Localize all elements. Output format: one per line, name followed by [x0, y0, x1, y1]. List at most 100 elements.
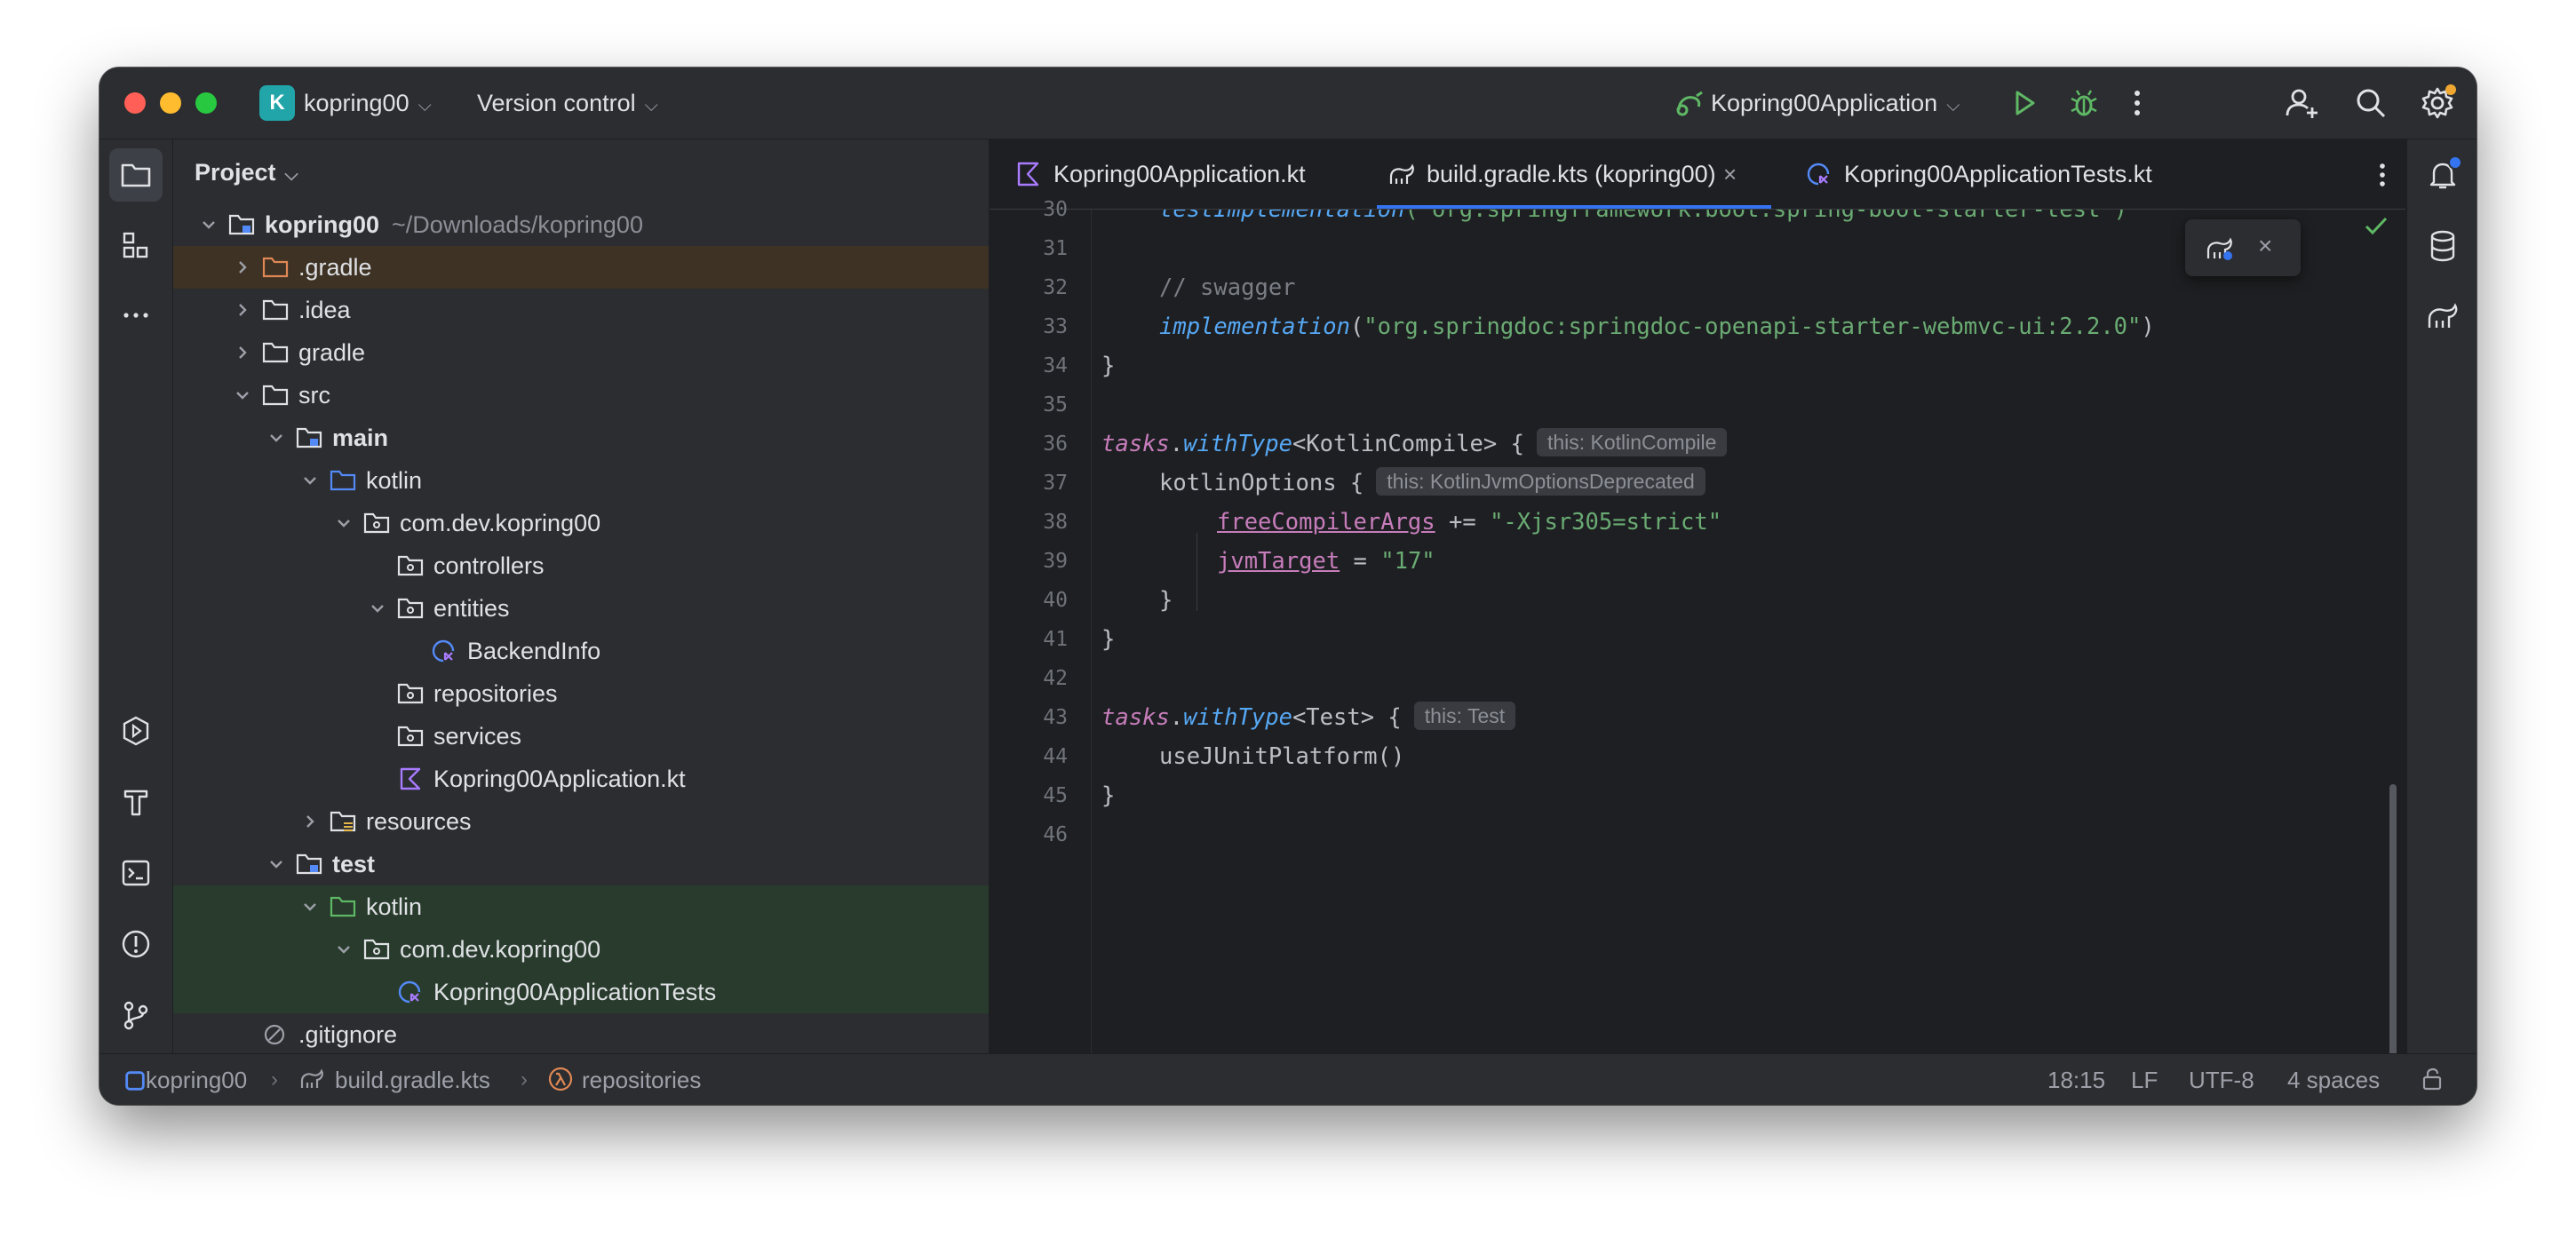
git-tool-button[interactable]: [109, 988, 163, 1042]
tree-node-gradle[interactable]: gradle: [173, 331, 989, 374]
project-path: ~/Downloads/kopring00: [392, 211, 643, 238]
chevron-down-icon[interactable]: [198, 214, 219, 235]
source-folder-icon: [330, 468, 356, 493]
tree-node-src[interactable]: src: [173, 374, 989, 417]
code-line-37: kotlinOptions {this: KotlinJvmOptionsDep…: [1159, 464, 1705, 503]
debug-button[interactable]: [2064, 83, 2103, 123]
line-separator[interactable]: LF: [2131, 1065, 2158, 1095]
tree-node-kopring00application-kt[interactable]: Kopring00Application.kt: [173, 758, 989, 800]
close-tab-icon[interactable]: ×: [1723, 159, 1737, 189]
notifications-button[interactable]: [2425, 155, 2462, 193]
database-button[interactable]: [2425, 228, 2461, 264]
code-editor[interactable]: testImplementation("org.springframework.…: [990, 210, 2405, 1053]
more-horizontal-icon: [123, 313, 148, 318]
close-icon[interactable]: ×: [2258, 232, 2272, 260]
folder-icon: [262, 298, 289, 322]
file-encoding[interactable]: UTF-8: [2189, 1065, 2254, 1095]
run-button[interactable]: [2005, 83, 2044, 123]
tree-node-backendinfo[interactable]: BackendInfo: [173, 630, 989, 672]
breadcrumb-separator: ›: [521, 1067, 528, 1091]
structure-tool-button[interactable]: [109, 219, 163, 273]
caret-position[interactable]: 18:15: [2047, 1065, 2105, 1095]
chevron-down-icon[interactable]: [367, 598, 388, 619]
project-badge[interactable]: K: [259, 85, 295, 121]
tree-node-label: com.dev.kopring00: [400, 936, 601, 963]
problems-tool-button[interactable]: [109, 917, 163, 971]
tree-node-entities[interactable]: entities: [173, 587, 989, 630]
tree-node-kotlin-main[interactable]: kotlin: [173, 459, 989, 502]
tree-node-label: repositories: [433, 680, 558, 707]
breadcrumb-symbol[interactable]: repositories: [582, 1065, 701, 1095]
zoom-window-button[interactable]: [195, 92, 217, 114]
module-folder-icon: [296, 852, 322, 877]
tree-node-label: controllers: [433, 552, 545, 579]
build-tool-button[interactable]: [109, 775, 163, 829]
tree-node-test[interactable]: test: [173, 843, 989, 885]
gradle-icon: [299, 1067, 324, 1091]
inlay-hint: this: Test: [1413, 702, 1516, 730]
code-with-me-button[interactable]: [2282, 83, 2321, 123]
package-icon: [397, 596, 424, 621]
no-problems-check-icon[interactable]: [2363, 212, 2389, 239]
vcs-menu[interactable]: Version control ⌵: [477, 87, 658, 122]
lock-icon[interactable]: [2420, 1067, 2445, 1091]
tree-node-package-main[interactable]: com.dev.kopring00: [173, 502, 989, 544]
tree-node-main[interactable]: main: [173, 417, 989, 459]
tree-node-dot-gradle[interactable]: .gradle: [173, 246, 989, 289]
chevron-right-icon[interactable]: [299, 811, 321, 832]
tab-build-gradle-kts[interactable]: build.gradle.kts (kopring00) ×: [1377, 139, 1771, 209]
tree-node-resources[interactable]: resources: [173, 800, 989, 843]
chevron-down-icon: ⌵: [644, 96, 658, 115]
package-icon: [363, 937, 390, 962]
chevron-right-icon[interactable]: [232, 342, 253, 363]
project-panel-title[interactable]: Project ⌵: [195, 159, 298, 186]
package-icon: [397, 553, 424, 578]
chevron-down-icon[interactable]: [333, 512, 354, 534]
services-icon: [123, 716, 149, 746]
package-icon: [363, 511, 390, 536]
tree-node-label: kotlin: [366, 893, 423, 920]
tree-node-gitignore[interactable]: .gitignore: [173, 1013, 989, 1053]
tree-node-services[interactable]: services: [173, 715, 989, 758]
run-config-selector[interactable]: Kopring00Application ⌵: [1711, 87, 1960, 122]
more-tools-button[interactable]: [109, 289, 163, 342]
chevron-down-icon[interactable]: [299, 470, 321, 491]
code-line-30: testImplementation("org.springframework.…: [1159, 210, 2128, 223]
chevron-down-icon[interactable]: [333, 939, 354, 960]
settings-button[interactable]: [2418, 83, 2457, 123]
tree-node-controllers[interactable]: controllers: [173, 544, 989, 587]
more-actions-button[interactable]: [2118, 83, 2157, 123]
minimize-window-button[interactable]: [160, 92, 181, 114]
chevron-down-icon[interactable]: [299, 896, 321, 917]
tab-kopring00applicationtests-kt[interactable]: Kopring00ApplicationTests.kt: [1805, 139, 2178, 209]
tree-node-dot-idea[interactable]: .idea: [173, 289, 989, 331]
gradle-icon[interactable]: [2205, 234, 2235, 262]
services-tool-button[interactable]: [109, 704, 163, 758]
project-switcher[interactable]: kopring00 ⌵: [304, 87, 432, 122]
indent-setting[interactable]: 4 spaces: [2287, 1065, 2380, 1095]
chevron-right-icon[interactable]: [232, 299, 253, 321]
search-everywhere-button[interactable]: [2351, 83, 2390, 123]
tab-list-button[interactable]: [2365, 157, 2400, 193]
tree-node-package-test[interactable]: com.dev.kopring00: [173, 928, 989, 971]
chevron-down-icon[interactable]: [232, 385, 253, 406]
project-tool-button[interactable]: [109, 148, 163, 202]
chevron-down-icon[interactable]: [266, 427, 287, 448]
tab-label: Kopring00ApplicationTests.kt: [1844, 161, 2152, 187]
gradle-icon: [2428, 303, 2458, 328]
tree-node-repositories[interactable]: repositories: [173, 672, 989, 715]
tree-node-kotlin-test[interactable]: kotlin: [173, 885, 989, 928]
gradle-tool-button[interactable]: [2425, 299, 2461, 335]
tree-node-kopring00[interactable]: kopring00 ~/Downloads/kopring00: [173, 203, 989, 246]
terminal-tool-button[interactable]: [109, 846, 163, 900]
chevron-down-icon[interactable]: [266, 853, 287, 875]
breadcrumb-separator: ›: [271, 1067, 278, 1091]
chevron-right-icon[interactable]: [232, 257, 253, 278]
tree-node-kopring00applicationtests[interactable]: Kopring00ApplicationTests: [173, 971, 989, 1013]
terminal-icon: [122, 860, 150, 886]
breadcrumb-file[interactable]: build.gradle.kts: [335, 1065, 490, 1095]
breadcrumb-project[interactable]: kopring00: [146, 1065, 247, 1095]
code-line-44: useJUnitPlatform(): [1159, 743, 1405, 770]
close-window-button[interactable]: [124, 92, 146, 114]
gradle-sync-popup: ×: [2185, 219, 2301, 276]
